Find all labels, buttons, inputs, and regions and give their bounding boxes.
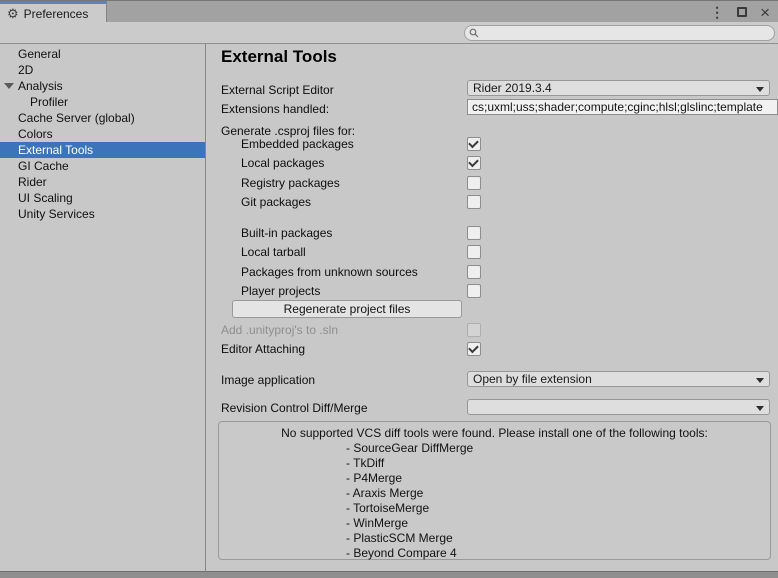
sidebar-item-unity-services[interactable]: Unity Services bbox=[0, 206, 205, 222]
local-tarball-checkbox[interactable] bbox=[467, 245, 481, 259]
help-message: No supported VCS diff tools were found. … bbox=[219, 426, 770, 441]
tab-preferences[interactable]: ⚙ Preferences bbox=[0, 1, 107, 23]
search-input[interactable] bbox=[479, 27, 770, 39]
foldout-arrow-icon[interactable] bbox=[4, 83, 14, 89]
tab-title: Preferences bbox=[24, 7, 89, 21]
registry-packages-label: Registry packages bbox=[241, 175, 340, 191]
builtin-packages-checkbox[interactable] bbox=[467, 226, 481, 240]
menu-kebab-icon[interactable]: ⋮ bbox=[710, 5, 724, 19]
image-application-dropdown[interactable]: Open by file extension bbox=[467, 371, 770, 387]
add-unityproj-label: Add .unityproj's to .sln bbox=[221, 322, 338, 338]
local-tarball-label: Local tarball bbox=[241, 244, 306, 260]
image-application-value: Open by file extension bbox=[473, 372, 592, 386]
preferences-sidebar: General 2D Analysis Profiler Cache Serve… bbox=[0, 44, 206, 571]
vcs-tool-item: - SourceGear DiffMerge bbox=[346, 441, 770, 456]
window-controls: ⋮ × bbox=[710, 1, 770, 23]
unknown-sources-label: Packages from unknown sources bbox=[241, 264, 418, 280]
chevron-down-icon bbox=[756, 406, 764, 411]
vcs-tool-item: - P4Merge bbox=[346, 471, 770, 486]
chevron-down-icon bbox=[756, 87, 764, 92]
sidebar-item-ui-scaling[interactable]: UI Scaling bbox=[0, 190, 205, 206]
sidebar-item-cache-server[interactable]: Cache Server (global) bbox=[0, 110, 205, 126]
vcs-help-box: No supported VCS diff tools were found. … bbox=[218, 421, 771, 560]
search-icon bbox=[469, 28, 479, 38]
chevron-down-icon bbox=[756, 378, 764, 383]
vcs-tool-item: - Beyond Compare 4 bbox=[346, 546, 770, 561]
revision-control-label: Revision Control Diff/Merge bbox=[221, 400, 368, 416]
toolbar bbox=[0, 22, 778, 44]
editor-attaching-label: Editor Attaching bbox=[221, 341, 305, 357]
player-projects-checkbox[interactable] bbox=[467, 284, 481, 298]
embedded-packages-checkbox[interactable] bbox=[467, 137, 481, 151]
vcs-tool-item: - TkDiff bbox=[346, 456, 770, 471]
maximize-icon[interactable] bbox=[737, 7, 747, 17]
sidebar-item-2d[interactable]: 2D bbox=[0, 62, 205, 78]
sidebar-item-profiler[interactable]: Profiler bbox=[0, 94, 205, 110]
regenerate-project-files-button[interactable]: Regenerate project files bbox=[232, 300, 462, 318]
tab-bar: ⚙ Preferences ⋮ × bbox=[0, 0, 778, 22]
sidebar-item-label: Analysis bbox=[18, 79, 63, 93]
embedded-packages-label: Embedded packages bbox=[241, 136, 354, 152]
vcs-tool-item: - TortoiseMerge bbox=[346, 501, 770, 516]
script-editor-dropdown[interactable]: Rider 2019.3.4 bbox=[467, 80, 770, 96]
extensions-input[interactable]: cs;uxml;uss;shader;compute;cginc;hlsl;gl… bbox=[467, 99, 778, 115]
script-editor-value: Rider 2019.3.4 bbox=[473, 81, 552, 95]
sidebar-item-external-tools[interactable]: External Tools bbox=[0, 142, 205, 158]
vcs-tool-item: - WinMerge bbox=[346, 516, 770, 531]
sidebar-item-analysis[interactable]: Analysis bbox=[0, 78, 205, 94]
local-packages-checkbox[interactable] bbox=[467, 156, 481, 170]
image-application-label: Image application bbox=[221, 372, 315, 388]
close-icon[interactable]: × bbox=[760, 4, 770, 21]
window-resize-strip bbox=[0, 571, 778, 578]
add-unityproj-checkbox bbox=[467, 323, 481, 337]
git-packages-label: Git packages bbox=[241, 194, 311, 210]
sidebar-item-rider[interactable]: Rider bbox=[0, 174, 205, 190]
script-editor-label: External Script Editor bbox=[221, 82, 334, 98]
search-field[interactable] bbox=[464, 25, 775, 41]
sidebar-item-gi-cache[interactable]: GI Cache bbox=[0, 158, 205, 174]
vcs-tool-item: - PlasticSCM Merge bbox=[346, 531, 770, 546]
player-projects-label: Player projects bbox=[241, 283, 320, 299]
sidebar-item-colors[interactable]: Colors bbox=[0, 126, 205, 142]
extensions-label: Extensions handled: bbox=[221, 101, 329, 117]
editor-attaching-checkbox[interactable] bbox=[467, 342, 481, 356]
page-title: External Tools bbox=[221, 47, 337, 67]
vcs-tool-item: - Araxis Merge bbox=[346, 486, 770, 501]
external-tools-panel: External Tools External Script Editor Ri… bbox=[207, 44, 778, 571]
git-packages-checkbox[interactable] bbox=[467, 195, 481, 209]
unknown-sources-checkbox[interactable] bbox=[467, 265, 481, 279]
local-packages-label: Local packages bbox=[241, 155, 324, 171]
vcs-tools-list: - SourceGear DiffMerge - TkDiff - P4Merg… bbox=[346, 441, 770, 561]
registry-packages-checkbox[interactable] bbox=[467, 176, 481, 190]
gear-icon: ⚙ bbox=[7, 7, 19, 20]
revision-control-dropdown[interactable] bbox=[467, 399, 770, 415]
sidebar-item-general[interactable]: General bbox=[0, 46, 205, 62]
builtin-packages-label: Built-in packages bbox=[241, 225, 332, 241]
